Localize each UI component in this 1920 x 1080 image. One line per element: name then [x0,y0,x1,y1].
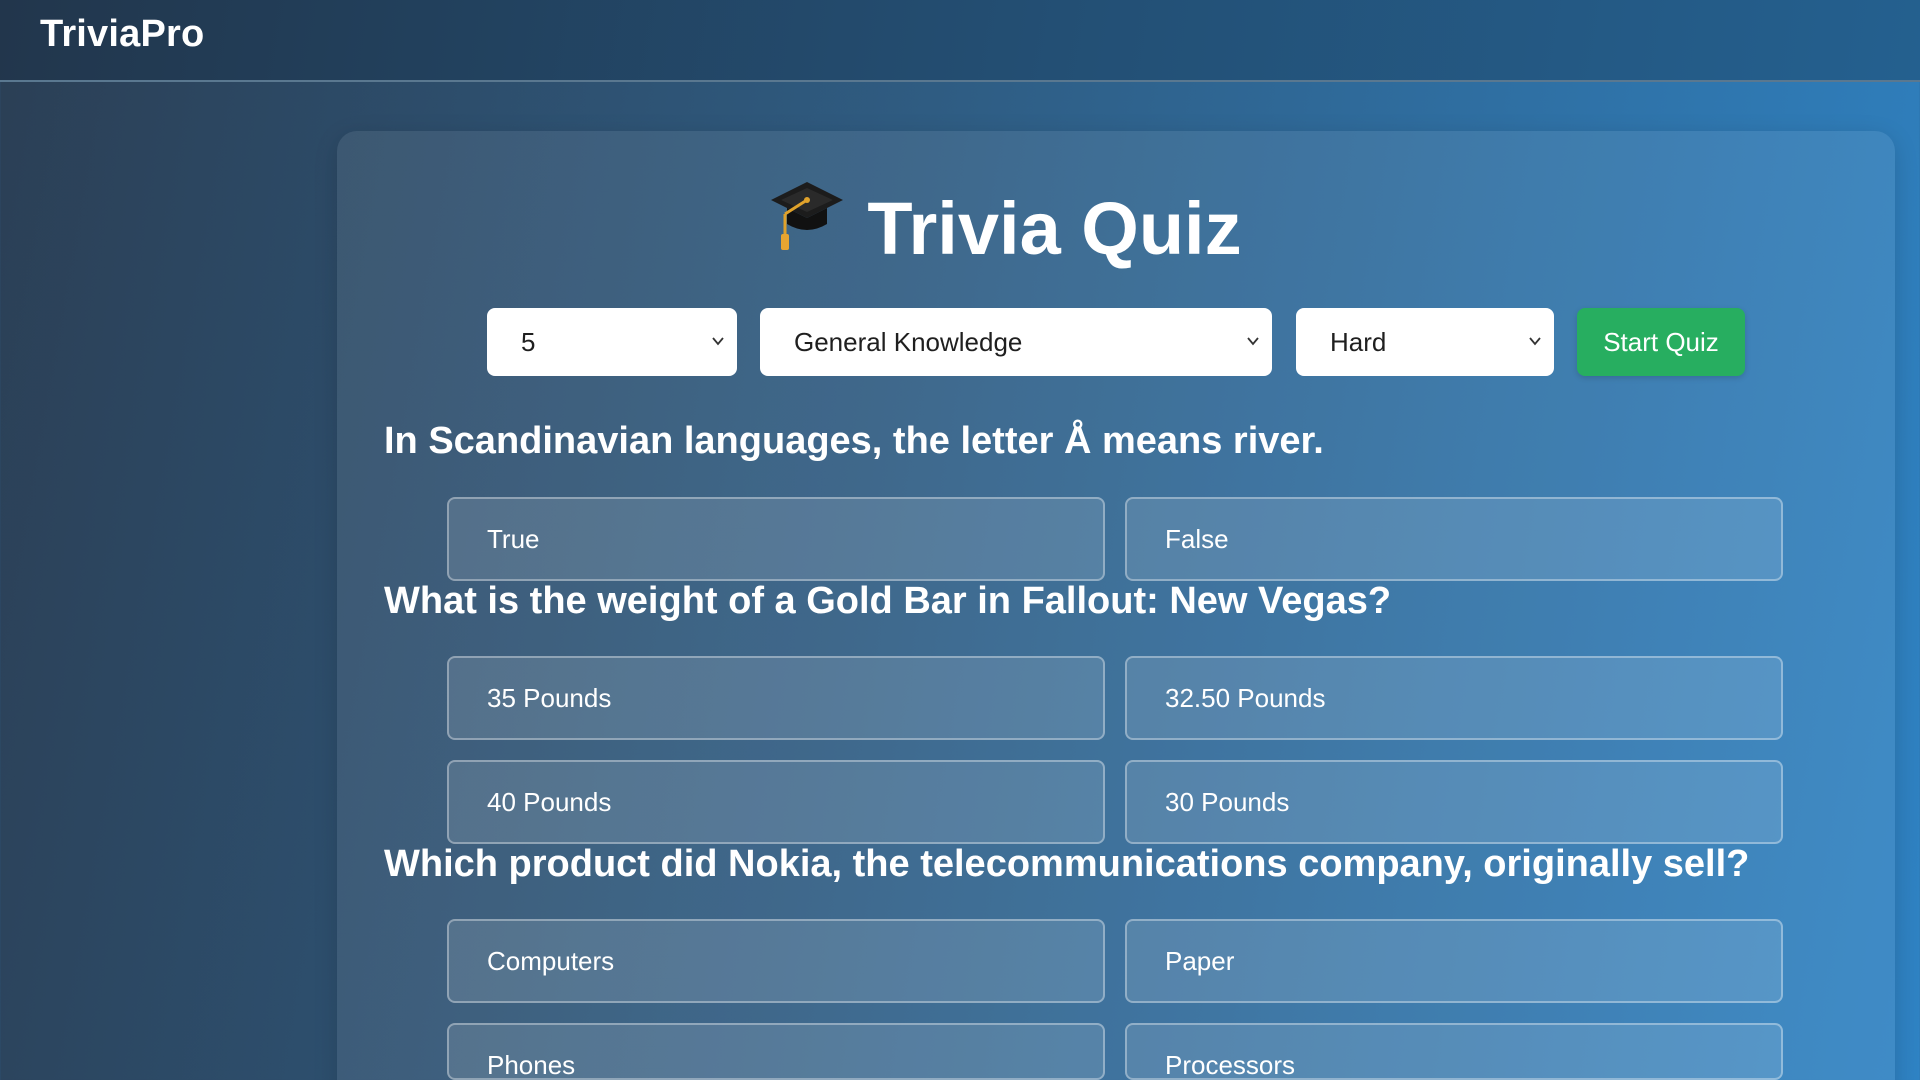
answer-option[interactable]: Paper [1125,919,1783,1003]
category-select-value: General Knowledge [794,327,1023,357]
brand-logo[interactable]: TriviaPro [40,13,204,56]
answer-option[interactable]: 35 Pounds [447,656,1105,740]
chevron-down-icon [1247,337,1259,346]
answer-option[interactable]: 30 Pounds [1125,760,1783,844]
answer-option[interactable]: Computers [447,919,1105,1003]
quiz-title-text: Trivia Quiz [867,186,1242,270]
question-text: In Scandinavian languages, the letter Å … [384,420,1324,462]
chevron-down-icon [712,337,724,346]
chevron-down-icon [1529,337,1541,346]
answer-option[interactable]: 32.50 Pounds [1125,656,1783,740]
amount-select[interactable]: 5 [487,308,737,376]
graduation-cap-icon [769,178,845,269]
answer-option[interactable]: True [447,497,1105,581]
answer-option[interactable]: 40 Pounds [447,760,1105,844]
category-select[interactable]: General Knowledge [760,308,1272,376]
answer-option[interactable]: Processors [1125,1023,1783,1080]
question-text: Which product did Nokia, the telecommuni… [384,843,1750,885]
amount-select-value: 5 [521,327,536,357]
quiz-title: Trivia Quiz [0,180,1920,271]
start-quiz-button[interactable]: Start Quiz [1577,308,1745,376]
top-navbar: TriviaPro [0,0,1920,82]
difficulty-select[interactable]: Hard [1296,308,1554,376]
answer-option[interactable]: Phones [447,1023,1105,1080]
question-text: What is the weight of a Gold Bar in Fall… [384,580,1392,622]
answer-option[interactable]: False [1125,497,1783,581]
difficulty-select-value: Hard [1330,327,1387,357]
